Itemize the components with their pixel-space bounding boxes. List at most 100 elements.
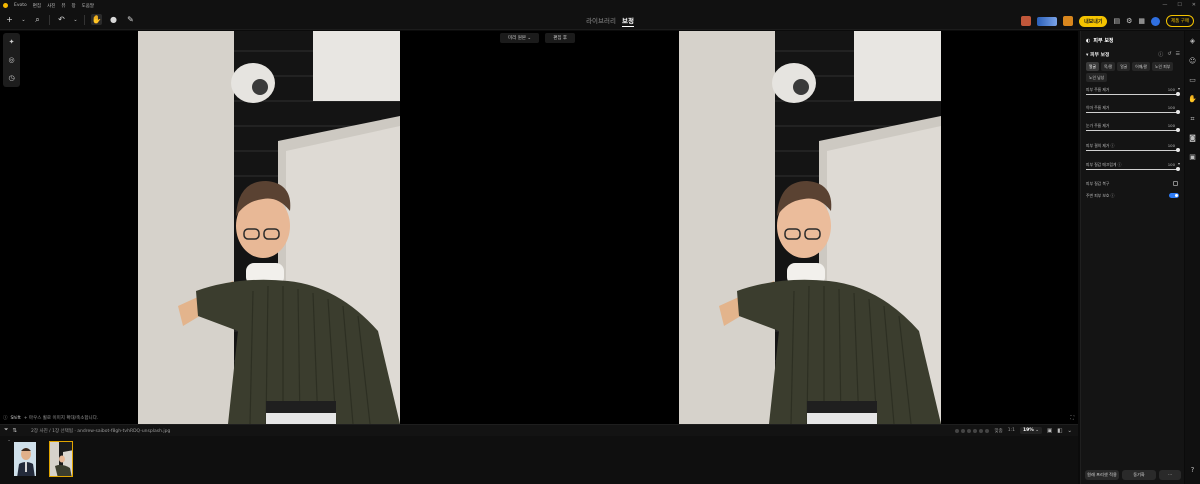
folder-icon[interactable]: ▣	[1188, 153, 1197, 162]
skin-section-header[interactable]: ▾ 피부 보정 ⓘ ↺ ☰	[1086, 51, 1180, 58]
menu-photo[interactable]: 사진	[47, 3, 55, 9]
slider-forehead-wrinkle[interactable]: 이마 주름 제거 100	[1086, 105, 1180, 115]
minimize-icon[interactable]: —	[1162, 2, 1167, 8]
protect-surrounding-toggle[interactable]	[1169, 193, 1179, 198]
apply-original-preset-button[interactable]: 원래 프리셋 적용	[1085, 470, 1119, 480]
add-icon[interactable]: +	[4, 14, 15, 25]
fullscreen-icon[interactable]: ⛶	[1070, 415, 1074, 421]
undo-icon[interactable]: ↶	[56, 14, 67, 25]
chip-face-2[interactable]: 얼굴	[1117, 62, 1131, 71]
compare-before-dropdown[interactable]: 미리 원본 ⌄	[500, 33, 540, 43]
mode-tabs: 라이브러리 보정	[560, 15, 660, 27]
slider-handle[interactable]	[1176, 110, 1180, 114]
fit-button[interactable]: 맞춤	[994, 428, 1002, 434]
toolbar-tools: + ⌄ ⌕ ↶ ⌄ ✋ ● ✎	[4, 14, 136, 25]
hand-icon[interactable]: ✋	[91, 14, 102, 25]
avatar[interactable]	[1151, 16, 1160, 26]
option-protect-surrounding[interactable]: 주변 피부 보호 ⓘ	[1086, 193, 1180, 201]
slider-handle[interactable]	[1176, 92, 1180, 96]
filter-icon[interactable]: ⏷	[4, 427, 8, 434]
help-icon[interactable]: ?	[1188, 466, 1197, 475]
slider-handle[interactable]	[1176, 167, 1180, 171]
slider-value[interactable]: 100	[1168, 87, 1175, 92]
chevron-down-icon[interactable]: ▾	[1178, 86, 1180, 91]
slider-skin-texture-remove[interactable]: 피부 결의 제거 ⓘ 100	[1086, 143, 1180, 153]
info-icon[interactable]: ⓘ	[1158, 51, 1163, 58]
image-canvas[interactable]: 미리 원본 ⌄ 편집 후 ⓘ Shift + 마우스 휠로 이미지 확대/축소합…	[0, 31, 1078, 424]
menu-window[interactable]: 창	[71, 3, 75, 9]
close-icon[interactable]: ✕	[1192, 2, 1196, 8]
chip-face[interactable]: 얼굴	[1086, 62, 1099, 71]
rating-filter[interactable]	[955, 428, 990, 433]
slider-value[interactable]: 100	[1168, 143, 1175, 148]
thumbnail-image	[50, 442, 72, 476]
texture-restore-checkbox[interactable]	[1173, 181, 1178, 186]
option-label: 피부 질감 복구	[1086, 181, 1110, 186]
panel-header: ◐ 피부 보정	[1086, 37, 1114, 45]
preset-icon[interactable]: ◈	[1188, 37, 1197, 46]
search-icon[interactable]: ⌕	[32, 14, 43, 25]
tab-retouch[interactable]: 보정	[621, 15, 634, 27]
zoom-select[interactable]: 19% ⌄	[1020, 427, 1042, 434]
skin-retouch-icon[interactable]: ✋	[1188, 95, 1197, 104]
menu-icon[interactable]: ☰	[1176, 51, 1180, 58]
option-label: 주변 피부 보호 ⓘ	[1086, 193, 1115, 198]
face-icon[interactable]: ☺	[1188, 57, 1197, 66]
chevron-down-icon[interactable]: ▾	[1178, 161, 1180, 166]
ratio-button[interactable]: 1:1	[1008, 428, 1015, 433]
maximize-icon[interactable]: ☐	[1177, 2, 1181, 8]
auto-retouch-icon[interactable]: ✦	[9, 38, 15, 46]
chevron-down-icon[interactable]: ⌄	[1067, 428, 1072, 434]
chevron-down-icon[interactable]: ⌄	[21, 14, 26, 25]
reset-icon[interactable]: ↺	[1167, 51, 1171, 58]
export-button[interactable]: 내보내기	[1079, 15, 1108, 27]
single-view-icon[interactable]: ▣	[1047, 428, 1052, 434]
filmstrip-info: 2장 사진 / 1장 선택됨 · andrew-saibot-f8gh-tvhR…	[31, 428, 171, 434]
camera-icon[interactable]: ◙	[1188, 134, 1197, 143]
chip-neck-arm[interactable]: 목/팔	[1101, 62, 1116, 71]
slider-value[interactable]: 100	[1168, 105, 1175, 110]
sort-icon[interactable]: ⇅	[12, 428, 17, 434]
slider-value[interactable]: 100	[1168, 162, 1175, 167]
thumbnail-2-selected[interactable]	[49, 441, 73, 477]
chip-elder-skin[interactable]: 노인 피부	[1152, 62, 1174, 71]
pen-icon[interactable]: ✎	[125, 14, 136, 25]
filmstrip-toolbar: ⏷ ⇅ 2장 사진 / 1장 선택됨 · andrew-saibot-f8gh-…	[0, 424, 1078, 436]
more-button[interactable]: ⋯	[1159, 470, 1181, 480]
menu-view[interactable]: 뷰	[61, 3, 65, 9]
history-icon[interactable]: ◷	[8, 74, 14, 82]
chip-shoulder-arm[interactable]: 어깨/팔	[1132, 62, 1151, 71]
layers-icon[interactable]: ▭	[1188, 76, 1197, 85]
hint-key: Shift	[10, 415, 21, 421]
chevron-down-icon[interactable]: ⌄	[73, 14, 78, 25]
chip-elder-male[interactable]: 노인 남성	[1086, 73, 1108, 82]
toolbar-separator	[49, 14, 50, 25]
menu-help[interactable]: 도움말	[82, 3, 94, 9]
gift-icon[interactable]	[1021, 16, 1032, 26]
buy-button[interactable]: 제품 구매	[1166, 15, 1194, 27]
slider-label: 피부 결의 제거 ⓘ	[1086, 143, 1115, 148]
slider-skin-smooth[interactable]: 피부 질감 매끄럽게 ⓘ 100 ▾	[1086, 161, 1180, 172]
slider-handle[interactable]	[1176, 148, 1180, 152]
toolbar-right: 내보내기 ▤ ⚙ ▦ 제품 구매	[1021, 15, 1194, 27]
target-icon[interactable]: ◎	[8, 56, 14, 64]
thumbnail-1[interactable]	[13, 441, 37, 477]
promo-banner-icon[interactable]	[1037, 16, 1058, 26]
tab-library[interactable]: 라이브러리	[586, 15, 616, 27]
slider-eye-wrinkle[interactable]: 눈가 주름 제거 100	[1086, 123, 1180, 133]
sync-button[interactable]: 동기화	[1122, 470, 1156, 480]
notification-icon[interactable]: ▦	[1138, 17, 1145, 25]
crop-icon[interactable]: ⌗	[1188, 115, 1197, 124]
batch-icon[interactable]: ▤	[1113, 17, 1120, 25]
slider-value[interactable]: 100	[1168, 123, 1175, 128]
plugin-icon[interactable]: ⚙	[1126, 17, 1132, 25]
option-texture-restore[interactable]: 피부 질감 복구	[1086, 181, 1180, 189]
menu-edit[interactable]: 편집	[33, 3, 41, 9]
brush-icon[interactable]: ●	[108, 14, 119, 25]
compare-view-icon[interactable]: ◧	[1057, 428, 1062, 434]
event-icon[interactable]	[1063, 16, 1074, 26]
info-icon: ⓘ	[3, 416, 8, 421]
slider-skin-wrinkle[interactable]: 피부 주름 제거 100 ▾	[1086, 86, 1180, 97]
skin-icon: ◐	[1086, 37, 1091, 44]
slider-handle[interactable]	[1176, 128, 1180, 132]
